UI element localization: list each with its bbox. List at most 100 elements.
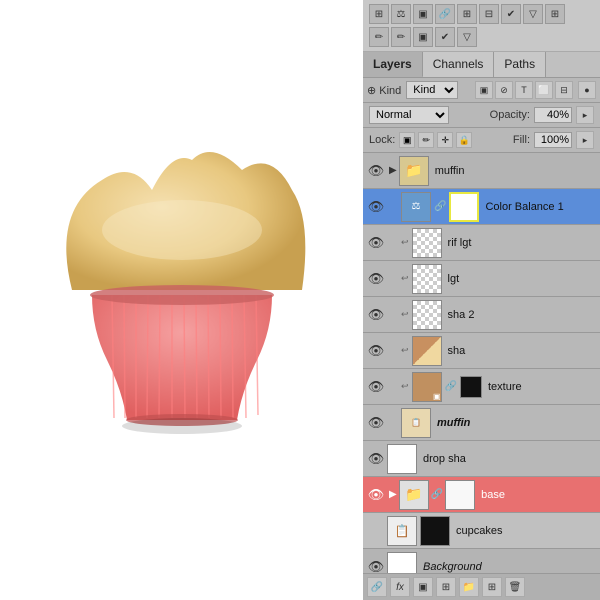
layer-row-sha[interactable]: 👁 ↩ sha bbox=[363, 333, 600, 369]
eye-icon-muffin[interactable]: 👁 bbox=[367, 414, 385, 432]
layers-panel: ⊞ ⚖ ▣ 🔗 ⊞ ⊟ ✔ ▽ ⊞ ✏ ✏ ▣ ✔ ▽ Layers Chann… bbox=[363, 0, 600, 600]
lock-icons: ▣ ✏ ✛ 🔒 bbox=[399, 132, 472, 148]
filter-label: ⊕ Kind bbox=[367, 84, 401, 97]
tab-channels[interactable]: Channels bbox=[423, 52, 495, 77]
layer-row-background[interactable]: 👁 Background bbox=[363, 549, 600, 573]
layer-mask-color-balance bbox=[449, 192, 479, 222]
tool-icon-3[interactable]: ▣ bbox=[413, 4, 433, 24]
eye-icon-rif-lgt[interactable]: 👁 bbox=[367, 234, 385, 252]
layer-name-color-balance: Color Balance 1 bbox=[485, 201, 596, 213]
tool-icon-1[interactable]: ⊞ bbox=[369, 4, 389, 24]
lock-icon-pixels[interactable]: ▣ bbox=[399, 132, 415, 148]
layer-name-texture: texture bbox=[488, 381, 596, 393]
fill-arrow[interactable]: ▸ bbox=[576, 131, 594, 149]
layers-list: 👁 ▶ 📁 muffin 👁 ⚖ 🔗 Color Balance 1 👁 ↩ bbox=[363, 153, 600, 573]
filter-icon-smart[interactable]: ⊟ bbox=[555, 81, 573, 99]
filter-select[interactable]: Kind bbox=[406, 81, 458, 99]
bottom-bar: 🔗 fx ▣ ⊞ 📁 ⊞ 🗑 bbox=[363, 573, 600, 600]
tool-icon-2[interactable]: ⚖ bbox=[391, 4, 411, 24]
filter-icon-text[interactable]: T bbox=[515, 81, 533, 99]
filter-icon-adjust[interactable]: ⊘ bbox=[495, 81, 513, 99]
layer-name-cupcakes: cupcakes bbox=[456, 525, 596, 537]
blend-row: Normal Opacity: ▸ bbox=[363, 103, 600, 128]
layer-row-color-balance[interactable]: 👁 ⚖ 🔗 Color Balance 1 bbox=[363, 189, 600, 225]
chain-icon: 🔗 bbox=[434, 201, 446, 212]
tool-icon-7[interactable]: ✔ bbox=[501, 4, 521, 24]
layer-row-rif-lgt[interactable]: 👁 ↩ rif lgt bbox=[363, 225, 600, 261]
filter-icon-shape[interactable]: ⬜ bbox=[535, 81, 553, 99]
tool-icon-5[interactable]: ⊞ bbox=[457, 4, 477, 24]
opacity-arrow[interactable]: ▸ bbox=[576, 106, 594, 124]
layer-row-group-muffin[interactable]: 👁 ▶ 📁 muffin bbox=[363, 153, 600, 189]
layer-name-group-muffin: muffin bbox=[435, 165, 596, 177]
layer-row-base[interactable]: 👁 ▶ 📁 🔗 base bbox=[363, 477, 600, 513]
lock-icon-move[interactable]: ✛ bbox=[437, 132, 453, 148]
bottom-fx-icon[interactable]: fx bbox=[390, 577, 410, 597]
layer-thumb-cupcakes: 📋 bbox=[387, 516, 417, 546]
eye-icon-background[interactable]: 👁 bbox=[367, 558, 385, 574]
tool-icon-10[interactable]: ✏ bbox=[369, 27, 389, 47]
bottom-folder-icon[interactable]: 📁 bbox=[459, 577, 479, 597]
eye-icon-drop-sha[interactable]: 👁 bbox=[367, 450, 385, 468]
layer-row-sha2[interactable]: 👁 ↩ sha 2 bbox=[363, 297, 600, 333]
filter-bar: ⊕ Kind Kind ▣ ⊘ T ⬜ ⊟ ● bbox=[363, 78, 600, 103]
bottom-new-icon[interactable]: ⊞ bbox=[482, 577, 502, 597]
layer-thumb-lgt bbox=[412, 264, 442, 294]
layer-name-sha2: sha 2 bbox=[448, 309, 596, 321]
layer-thumb-muffin: 📋 bbox=[401, 408, 431, 438]
lock-icon-all[interactable]: 🔒 bbox=[456, 132, 472, 148]
eye-icon-lgt[interactable]: 👁 bbox=[367, 270, 385, 288]
layer-thumb-group-muffin: 📁 bbox=[399, 156, 429, 186]
layer-row-texture[interactable]: 👁 ↩ ▣ 🔗 texture bbox=[363, 369, 600, 405]
tool-icon-4[interactable]: 🔗 bbox=[435, 4, 455, 24]
layer-name-muffin: muffin bbox=[437, 417, 596, 429]
lock-row: Lock: ▣ ✏ ✛ 🔒 Fill: ▸ bbox=[363, 128, 600, 153]
tool-icon-12[interactable]: ▣ bbox=[413, 27, 433, 47]
fill-input[interactable] bbox=[534, 132, 572, 148]
layer-thumb-background bbox=[387, 552, 417, 574]
chain-icon-base: 🔗 bbox=[431, 489, 443, 500]
eye-icon-sha[interactable]: 👁 bbox=[367, 342, 385, 360]
fill-label: Fill: bbox=[513, 134, 530, 146]
tool-icon-11[interactable]: ✏ bbox=[391, 27, 411, 47]
layer-thumb-color-balance: ⚖ bbox=[401, 192, 431, 222]
eye-icon-cupcakes[interactable] bbox=[367, 522, 385, 540]
layer-thumb-sha2 bbox=[412, 300, 442, 330]
layer-row-muffin[interactable]: 👁 📋 muffin bbox=[363, 405, 600, 441]
opacity-input[interactable] bbox=[534, 107, 572, 123]
layer-thumb-sha bbox=[412, 336, 442, 366]
bottom-delete-icon[interactable]: 🗑 bbox=[505, 577, 525, 597]
tool-icon-6[interactable]: ⊟ bbox=[479, 4, 499, 24]
eye-icon-sha2[interactable]: 👁 bbox=[367, 306, 385, 324]
layer-name-lgt: lgt bbox=[448, 273, 596, 285]
filter-toggle[interactable]: ● bbox=[578, 81, 596, 99]
bottom-adjustment-icon[interactable]: ⊞ bbox=[436, 577, 456, 597]
tool-icon-8[interactable]: ▽ bbox=[523, 4, 543, 24]
eye-icon-group-muffin[interactable]: 👁 bbox=[367, 162, 385, 180]
bottom-link-icon[interactable]: 🔗 bbox=[367, 577, 387, 597]
blend-mode-select[interactable]: Normal bbox=[369, 106, 449, 124]
bottom-mask-icon[interactable]: ▣ bbox=[413, 577, 433, 597]
filter-icon-img[interactable]: ▣ bbox=[475, 81, 493, 99]
tool-icon-14[interactable]: ▽ bbox=[457, 27, 477, 47]
eye-icon-color-balance[interactable]: 👁 bbox=[367, 198, 385, 216]
layer-name-base: base bbox=[481, 489, 596, 501]
eye-icon-base[interactable]: 👁 bbox=[367, 486, 385, 504]
layer-thumb-rif-lgt bbox=[412, 228, 442, 258]
toolbar-row-2: ✏ ✏ ▣ ✔ ▽ bbox=[369, 27, 594, 47]
tab-layers[interactable]: Layers bbox=[363, 52, 423, 77]
layer-thumb-cupcakes-black bbox=[420, 516, 450, 546]
layer-row-drop-sha[interactable]: 👁 drop sha bbox=[363, 441, 600, 477]
layer-row-cupcakes[interactable]: 📋 cupcakes bbox=[363, 513, 600, 549]
lock-icon-paint[interactable]: ✏ bbox=[418, 132, 434, 148]
tab-paths[interactable]: Paths bbox=[494, 52, 546, 77]
tool-icon-13[interactable]: ✔ bbox=[435, 27, 455, 47]
layer-thumb-drop-sha bbox=[387, 444, 417, 474]
filter-icons: ▣ ⊘ T ⬜ ⊟ bbox=[475, 81, 573, 99]
eye-icon-texture[interactable]: 👁 bbox=[367, 378, 385, 396]
layer-row-lgt[interactable]: 👁 ↩ lgt bbox=[363, 261, 600, 297]
chain-icon-texture: 🔗 bbox=[445, 381, 457, 392]
toolbar-row-1: ⊞ ⚖ ▣ 🔗 ⊞ ⊟ ✔ ▽ ⊞ bbox=[369, 4, 594, 24]
tool-icon-9[interactable]: ⊞ bbox=[545, 4, 565, 24]
lock-label: Lock: bbox=[369, 134, 395, 146]
